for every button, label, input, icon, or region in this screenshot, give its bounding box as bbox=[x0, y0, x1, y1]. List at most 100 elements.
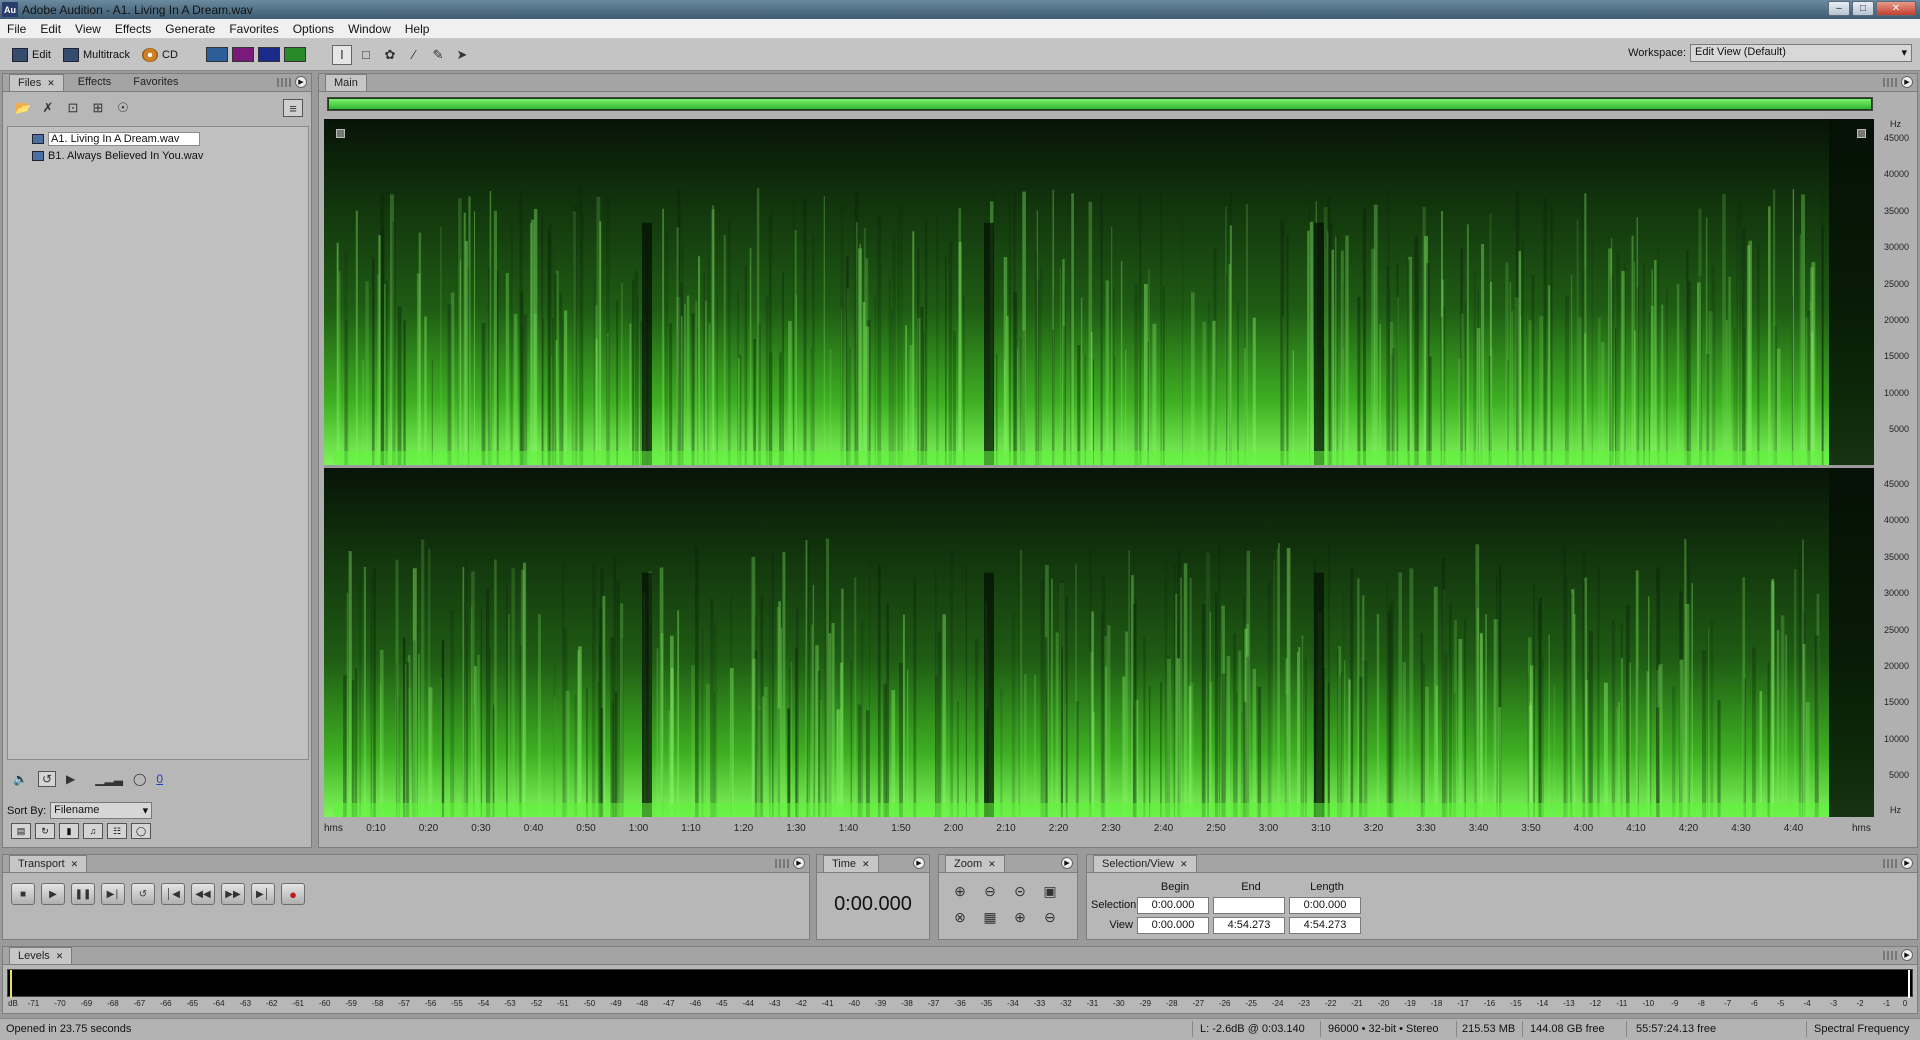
show-cd-icon[interactable]: ◯ bbox=[131, 823, 151, 839]
open-file-icon[interactable]: 📂 bbox=[13, 99, 33, 117]
selection-length-field[interactable]: 0:00.000 bbox=[1289, 896, 1361, 914]
zoom-to-right-edge-icon[interactable]: ▦ bbox=[979, 907, 1001, 927]
close-tab-icon[interactable]: ✕ bbox=[1180, 859, 1188, 869]
edit-file-icon[interactable]: ☉ bbox=[113, 99, 133, 117]
tab-selection-view[interactable]: Selection/View ✕ bbox=[1093, 855, 1197, 872]
time-selection-tool-icon[interactable]: I bbox=[331, 44, 352, 65]
cd-view-button[interactable]: CD bbox=[136, 44, 184, 66]
tab-zoom[interactable]: Zoom ✕ bbox=[945, 855, 1005, 872]
close-tab-icon[interactable]: ✕ bbox=[71, 859, 79, 869]
tab-main[interactable]: Main bbox=[325, 74, 367, 91]
go-to-start-button[interactable]: │◀ bbox=[161, 883, 185, 905]
list-item[interactable]: A1. Living In A Dream.wav bbox=[8, 130, 308, 147]
lasso-selection-tool-icon[interactable]: ✿ bbox=[380, 45, 400, 65]
show-audio-icon[interactable]: ▤ bbox=[11, 823, 31, 839]
view-length-field[interactable]: 4:54.273 bbox=[1289, 916, 1361, 934]
scrub-tool-icon[interactable]: ➤ bbox=[452, 45, 472, 65]
pause-button[interactable]: ❚❚ bbox=[71, 883, 95, 905]
panel-menu-icon[interactable]: ▶ bbox=[1901, 949, 1913, 961]
workspace-select[interactable]: Edit View (Default) bbox=[1690, 44, 1912, 62]
fast-forward-button[interactable]: ▶▶ bbox=[221, 883, 245, 905]
record-button[interactable]: ● bbox=[281, 883, 305, 905]
spectrogram-display[interactable] bbox=[324, 119, 1874, 817]
panel-menu-icon[interactable]: ▶ bbox=[1901, 76, 1913, 88]
stop-button[interactable]: ■ bbox=[11, 883, 35, 905]
menu-edit[interactable]: Edit bbox=[33, 22, 68, 36]
edit-view-button[interactable]: Edit bbox=[6, 44, 57, 66]
panel-grip-icon[interactable] bbox=[1883, 78, 1897, 87]
insert-multitrack-icon[interactable]: ⊡ bbox=[63, 99, 83, 117]
menu-generate[interactable]: Generate bbox=[158, 22, 222, 36]
zoom-out-horizontal-icon[interactable]: ⊖ bbox=[979, 881, 1001, 901]
panel-menu-icon[interactable]: ▶ bbox=[295, 76, 307, 88]
show-video-icon[interactable]: ▮ bbox=[59, 823, 79, 839]
panel-menu-icon[interactable]: ▶ bbox=[1901, 857, 1913, 869]
zoom-in-vertical-icon[interactable]: ⊕ bbox=[1009, 907, 1031, 927]
multitrack-view-button[interactable]: Multitrack bbox=[57, 44, 136, 66]
menu-file[interactable]: File bbox=[0, 22, 33, 36]
overview-range[interactable] bbox=[329, 99, 1871, 109]
maximize-icon[interactable]: □ bbox=[1852, 1, 1874, 16]
close-file-icon[interactable]: ✗ bbox=[38, 99, 58, 117]
zoom-out-vertical-icon[interactable]: ⊖ bbox=[1039, 907, 1061, 927]
tab-files[interactable]: Files ✕ bbox=[9, 74, 64, 91]
play-button[interactable]: ▶ bbox=[41, 883, 65, 905]
close-icon[interactable]: ✕ bbox=[1876, 1, 1916, 16]
panel-grip-icon[interactable] bbox=[1883, 951, 1897, 960]
marquee-selection-tool-icon[interactable]: □ bbox=[356, 45, 376, 65]
zoom-reset-right-icon[interactable] bbox=[1857, 129, 1866, 138]
minimize-icon[interactable]: – bbox=[1828, 1, 1850, 16]
brush-tool-icon[interactable]: ∕ bbox=[404, 45, 424, 65]
menu-options[interactable]: Options bbox=[286, 22, 341, 36]
loop-play-button[interactable]: ↺ bbox=[131, 883, 155, 905]
panel-grip-icon[interactable] bbox=[775, 859, 789, 868]
show-full-path-icon[interactable]: ☷ bbox=[107, 823, 127, 839]
left-channel-spectrogram[interactable] bbox=[324, 119, 1874, 465]
go-to-end-button[interactable]: ▶│ bbox=[251, 883, 275, 905]
menu-view[interactable]: View bbox=[68, 22, 108, 36]
time-ruler[interactable]: hms 0:10 0:20 0:30 0:40 0:50 1:00 1:10 1:20 1:30… bbox=[324, 818, 1879, 842]
tab-levels[interactable]: Levels ✕ bbox=[9, 947, 73, 964]
panel-grip-icon[interactable] bbox=[277, 78, 291, 87]
spectral-phase-view-icon[interactable] bbox=[283, 47, 306, 62]
tab-time[interactable]: Time ✕ bbox=[823, 855, 879, 872]
close-tab-icon[interactable]: ✕ bbox=[47, 78, 55, 88]
loop-icon[interactable]: ↺ bbox=[37, 771, 57, 787]
tab-effects[interactable]: Effects bbox=[70, 74, 119, 91]
panel-menu-icon[interactable]: ▶ bbox=[1061, 857, 1073, 869]
close-tab-icon[interactable]: ✕ bbox=[56, 951, 64, 961]
spectral-frequency-view-icon[interactable] bbox=[231, 47, 254, 62]
show-midi-icon[interactable]: ♫ bbox=[83, 823, 103, 839]
selection-end-field[interactable] bbox=[1213, 896, 1285, 914]
zoom-reset-left-icon[interactable] bbox=[336, 129, 345, 138]
zoom-overview-bar[interactable] bbox=[327, 97, 1873, 111]
volume-knob-icon[interactable]: ◯ bbox=[133, 772, 146, 786]
panel-menu-icon[interactable]: ▶ bbox=[793, 857, 805, 869]
files-options-icon[interactable]: ≡ bbox=[283, 99, 303, 117]
show-loops-icon[interactable]: ↻ bbox=[35, 823, 55, 839]
tab-transport[interactable]: Transport ✕ bbox=[9, 855, 88, 872]
list-item[interactable]: B1. Always Believed In You.wav bbox=[8, 147, 308, 164]
play-preview-icon[interactable]: ▶ bbox=[66, 772, 75, 786]
spectral-pan-view-icon[interactable] bbox=[257, 47, 280, 62]
sort-by-select[interactable]: Filename bbox=[50, 802, 153, 819]
menu-window[interactable]: Window bbox=[341, 22, 398, 36]
menu-help[interactable]: Help bbox=[398, 22, 437, 36]
zoom-in-horizontal-icon[interactable]: ⊕ bbox=[949, 881, 971, 901]
speaker-icon[interactable]: 🔈 bbox=[13, 772, 28, 786]
selection-begin-field[interactable]: 0:00.000 bbox=[1137, 896, 1209, 914]
rewind-button[interactable]: ◀◀ bbox=[191, 883, 215, 905]
spot-healing-tool-icon[interactable]: ✎ bbox=[428, 45, 448, 65]
panel-grip-icon[interactable] bbox=[1883, 859, 1897, 868]
zoom-to-selection-icon[interactable]: ▣ bbox=[1039, 881, 1061, 901]
play-to-end-button[interactable]: ▶∣ bbox=[101, 883, 125, 905]
zoom-out-full-icon[interactable]: ⊝ bbox=[1009, 881, 1031, 901]
menu-effects[interactable]: Effects bbox=[108, 22, 158, 36]
insert-cd-list-icon[interactable]: ⊞ bbox=[88, 99, 108, 117]
close-tab-icon[interactable]: ✕ bbox=[988, 859, 996, 869]
right-channel-spectrogram[interactable] bbox=[324, 468, 1874, 817]
zoom-to-left-edge-icon[interactable]: ⊗ bbox=[949, 907, 971, 927]
waveform-view-icon[interactable] bbox=[205, 47, 228, 62]
tab-favorites[interactable]: Favorites bbox=[125, 74, 186, 91]
view-end-field[interactable]: 4:54.273 bbox=[1213, 916, 1285, 934]
